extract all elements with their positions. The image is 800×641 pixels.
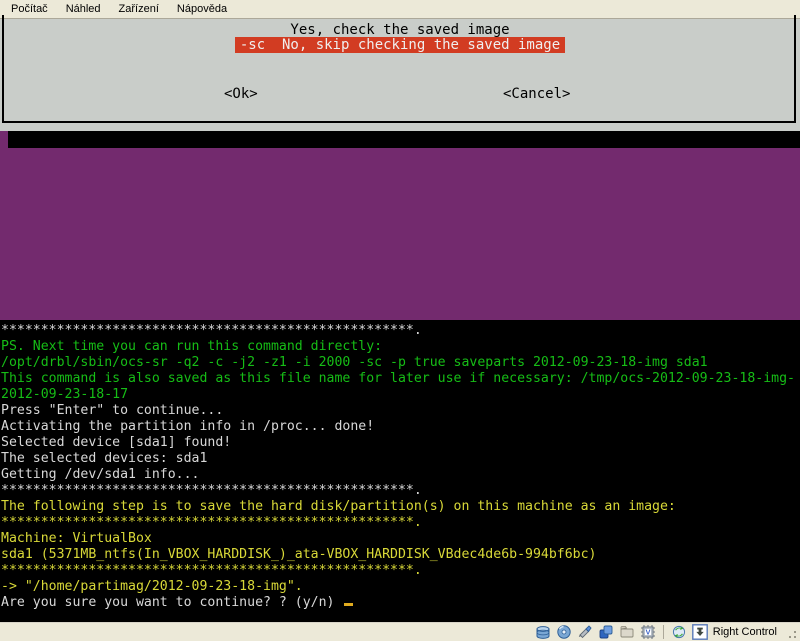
statusbar-separator	[663, 625, 664, 639]
console-black-band	[0, 131, 800, 148]
splash-background	[0, 148, 800, 320]
cancel-button[interactable]: <Cancel>	[503, 87, 570, 102]
splash-edge	[0, 131, 8, 148]
shared-folders-icon[interactable]	[619, 624, 635, 640]
svg-text:V: V	[645, 628, 650, 637]
terminal-cursor	[344, 603, 353, 606]
terminal-line: -> "/home/partimag/2012-09-23-18-img".	[1, 579, 800, 595]
terminal-line: ****************************************…	[1, 483, 800, 499]
terminal-output[interactable]: ****************************************…	[0, 320, 800, 622]
guest-console[interactable]: Yes, check the saved image -sc No, skip …	[0, 19, 800, 622]
terminal-line: /opt/drbl/sbin/ocs-sr -q2 -c -j2 -z1 -i …	[1, 355, 800, 371]
dialog-option-no-highlight: -sc No, skip checking the saved image	[235, 37, 565, 53]
terminal-line: ****************************************…	[1, 515, 800, 531]
hard-disks-icon[interactable]	[535, 624, 551, 640]
terminal-line: Are you sure you want to continue? ? (y/…	[1, 595, 800, 611]
terminal-line: ****************************************…	[1, 563, 800, 579]
mouse-integration-icon[interactable]	[671, 624, 687, 640]
statusbar: V Right Control	[0, 622, 800, 641]
terminal-line: ****************************************…	[1, 323, 800, 339]
terminal-line: Getting /dev/sda1 info...	[1, 467, 800, 483]
terminal-line: PS. Next time you can run this command d…	[1, 339, 800, 355]
network-icon[interactable]	[598, 624, 614, 640]
terminal-line: Selected device [sda1] found!	[1, 435, 800, 451]
virtualization-chip-icon[interactable]: V	[640, 624, 656, 640]
terminal-line: Activating the partition info in /proc..…	[1, 419, 800, 435]
ok-button[interactable]: <Ok>	[224, 87, 258, 102]
terminal-line: 2012-09-23-18-17	[1, 387, 800, 403]
usb-icon[interactable]	[577, 624, 593, 640]
clonezilla-dialog: Yes, check the saved image -sc No, skip …	[0, 19, 800, 131]
host-key-label: Right Control	[713, 626, 777, 638]
dialog-option-yes[interactable]: Yes, check the saved image	[0, 23, 800, 38]
terminal-line: Press "Enter" to continue...	[1, 403, 800, 419]
terminal-line: This command is also saved as this file …	[1, 371, 800, 387]
resize-grip[interactable]	[788, 630, 797, 639]
terminal-line: The selected devices: sda1	[1, 451, 800, 467]
terminal-line: sda1 (5371MB_ntfs(In_VBOX_HARDDISK_)_ata…	[1, 547, 800, 563]
dialog-option-no[interactable]: -sc No, skip checking the saved image	[0, 38, 800, 53]
terminal-line: Machine: VirtualBox	[1, 531, 800, 547]
optical-disc-icon[interactable]	[556, 624, 572, 640]
terminal-line: The following step is to save the hard d…	[1, 499, 800, 515]
host-key-icon[interactable]	[692, 624, 708, 640]
